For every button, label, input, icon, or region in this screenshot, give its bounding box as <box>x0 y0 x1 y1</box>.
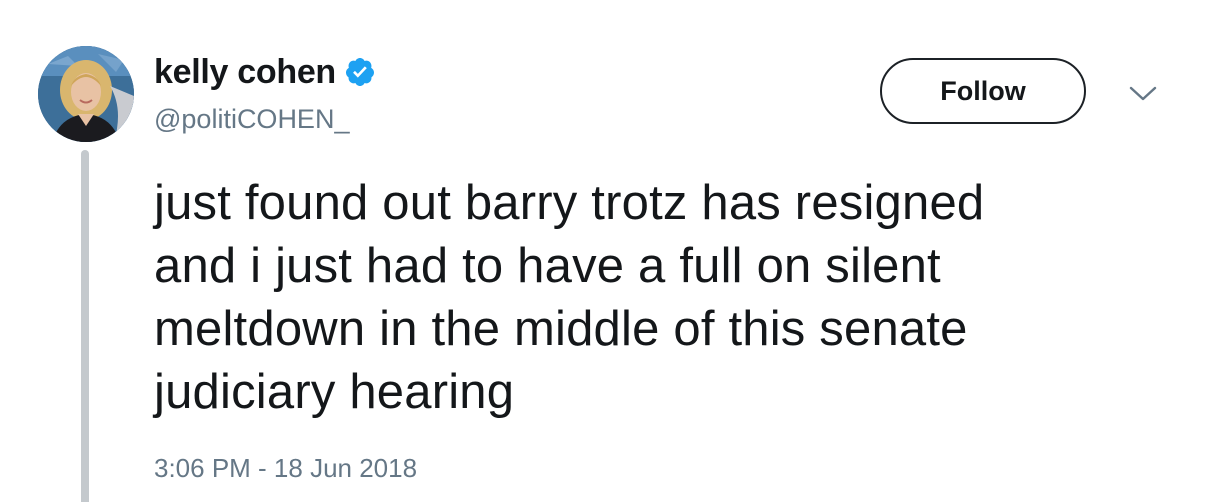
display-name[interactable]: kelly cohen <box>154 53 336 92</box>
chevron-down-icon[interactable] <box>1128 84 1158 104</box>
verified-badge-icon <box>345 58 374 86</box>
follow-button[interactable]: Follow <box>880 58 1086 124</box>
author-name-row[interactable]: kelly cohen <box>154 52 376 92</box>
tweet-text-line: and i just had to have a full on silent <box>154 239 941 293</box>
tweet-timestamp[interactable]: 3:06 PM - 18 Jun 2018 <box>154 453 417 484</box>
avatar[interactable] <box>38 46 134 142</box>
tweet-text-line: meltdown in the middle of this senate <box>154 302 968 356</box>
thread-line <box>81 150 89 502</box>
author-handle[interactable]: @politiCOHEN_ <box>154 104 349 135</box>
tweet-text-line: just found out barry trotz has resigned <box>154 176 985 230</box>
tweet-text: just found out barry trotz has resigned … <box>154 172 1174 424</box>
tweet-text-line: judiciary hearing <box>154 365 515 419</box>
profile-photo <box>38 46 134 142</box>
